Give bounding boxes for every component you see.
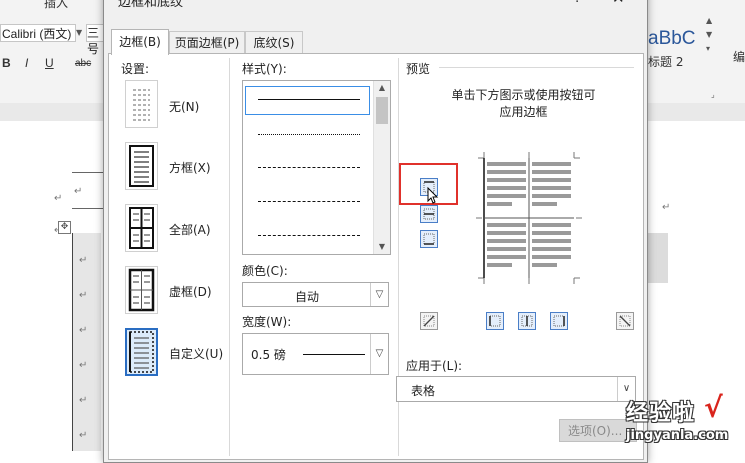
underline-button[interactable]: U xyxy=(45,56,54,70)
line-style-long-dash[interactable] xyxy=(258,235,360,236)
width-line-sample xyxy=(303,354,365,355)
borders-panel: 设置: 无(N) 方框(X) 全部(A) 虚框(D) 自定义(U) 样式(Y):… xyxy=(108,53,644,460)
paragraph-mark: ↵ xyxy=(662,202,671,213)
divider xyxy=(229,58,230,456)
line-style-dash[interactable] xyxy=(258,201,360,202)
left-border-button[interactable] xyxy=(486,312,504,330)
paragraph-mark: ↵ xyxy=(74,186,83,197)
mouse-cursor-icon xyxy=(427,187,439,204)
bold-button[interactable]: B xyxy=(2,56,11,70)
chevron-down-icon[interactable]: ▼ xyxy=(76,24,86,42)
setting-custom-label[interactable]: 自定义(U) xyxy=(169,345,223,362)
setting-none-label[interactable]: 无(N) xyxy=(169,98,199,115)
diagonal-down-border-button[interactable] xyxy=(420,312,438,330)
dialog-launcher-icon[interactable]: ⌟ xyxy=(711,90,715,99)
right-border-button[interactable] xyxy=(550,312,568,330)
paragraph-mark: ↵ xyxy=(54,193,63,204)
scroll-down-icon[interactable]: ▼ xyxy=(374,240,390,254)
check-icon: √ xyxy=(704,391,723,424)
setting-box-icon[interactable] xyxy=(125,142,158,190)
cell-mark: ↵ xyxy=(79,255,88,266)
scroll-thumb[interactable] xyxy=(376,97,388,124)
style-gallery-scroll-icon[interactable]: ▲ ▼ ▾ xyxy=(706,14,718,56)
cell-mark: ↵ xyxy=(79,395,88,406)
width-dropdown[interactable]: 0.5 磅 ▽ xyxy=(242,333,389,375)
setting-none-icon[interactable] xyxy=(125,80,158,128)
line-style-dotted[interactable] xyxy=(258,134,360,135)
inside-horizontal-border-button[interactable] xyxy=(420,205,438,223)
tab-page-border[interactable]: 页面边框(P) xyxy=(169,31,245,53)
italic-button[interactable]: I xyxy=(25,56,28,70)
watermark-url: jingyanla.com xyxy=(626,428,729,443)
apply-to-label: 应用于(L): xyxy=(406,359,463,373)
watermark: 经验啦 √ jingyanla.com xyxy=(610,391,745,451)
preview-hint-line1: 单击下方图示或使用按钮可 xyxy=(451,88,596,102)
scroll-up-icon[interactable]: ▲ xyxy=(374,81,390,95)
width-value: 0.5 磅 xyxy=(251,348,286,362)
preview-label: 预览 xyxy=(406,62,431,76)
style-name-label: 标题 2 xyxy=(648,55,684,69)
setting-box-label[interactable]: 方框(X) xyxy=(169,159,211,176)
table-move-handle-icon[interactable]: ✥ xyxy=(58,221,71,234)
color-value: 自动 xyxy=(295,290,320,304)
dialog-title: 边框和底纹 xyxy=(118,0,184,10)
preview-diagram[interactable] xyxy=(474,150,584,286)
tab-borders[interactable]: 边框(B) xyxy=(111,29,169,55)
cell-mark: ↵ xyxy=(79,430,88,441)
borders-and-shading-dialog: 边框和底纹 ? ✕ 边框(B) 页面边框(P) 底纹(S) 设置: 无(N) xyxy=(103,0,648,463)
edit-group-label: 编 xyxy=(733,50,745,64)
color-dropdown[interactable]: 自动 ▽ xyxy=(242,282,389,307)
table-right-column[interactable] xyxy=(648,233,668,283)
apply-to-value: 表格 xyxy=(411,384,436,398)
preview-hint-line2: 应用边框 xyxy=(499,105,548,119)
help-icon[interactable]: ? xyxy=(574,0,581,6)
color-label: 颜色(C): xyxy=(242,264,288,278)
bottom-border-button[interactable] xyxy=(420,230,438,248)
line-style-list[interactable]: ▲ ▼ xyxy=(242,80,391,255)
style-preview[interactable]: aBbC xyxy=(648,28,696,50)
style-label: 样式(Y): xyxy=(242,62,287,76)
setting-grid-label[interactable]: 虚框(D) xyxy=(169,283,212,300)
settings-label: 设置: xyxy=(121,62,150,76)
diagonal-up-border-button[interactable] xyxy=(616,312,634,330)
cell-mark: ↵ xyxy=(79,325,88,336)
setting-all-label[interactable]: 全部(A) xyxy=(169,221,211,238)
line-style-small-dash[interactable] xyxy=(258,167,360,168)
close-icon[interactable]: ✕ xyxy=(612,0,625,7)
setting-grid-icon[interactable] xyxy=(125,266,158,314)
ribbon-tab-insert[interactable]: 插入 xyxy=(44,0,68,11)
table-left-column[interactable]: ↵ ↵ ↵ ↵ ↵ ↵ xyxy=(72,233,101,451)
setting-all-icon[interactable] xyxy=(125,204,158,252)
inside-vertical-border-button[interactable] xyxy=(518,312,536,330)
cell-mark: ↵ xyxy=(79,290,88,301)
watermark-text: 经验啦 xyxy=(626,401,696,426)
chevron-down-icon[interactable]: ▽ xyxy=(370,283,388,306)
cell-mark: ↵ xyxy=(79,360,88,371)
setting-custom-icon[interactable] xyxy=(125,328,158,376)
tab-shading[interactable]: 底纹(S) xyxy=(245,31,303,53)
width-label: 宽度(W): xyxy=(242,315,292,329)
apply-to-dropdown[interactable]: 表格 ∨ xyxy=(396,376,636,402)
chevron-down-icon[interactable]: ▽ xyxy=(370,334,388,374)
strikethrough-button[interactable]: abc xyxy=(75,58,91,69)
font-name-box[interactable]: Calibri (西文) xyxy=(0,24,76,42)
table-top-line xyxy=(72,172,103,173)
table-line xyxy=(72,208,103,209)
line-style-selected[interactable] xyxy=(245,86,370,115)
style-list-scrollbar[interactable]: ▲ ▼ xyxy=(373,81,390,254)
preview-divider xyxy=(439,67,634,68)
line-style-solid[interactable] xyxy=(258,99,360,100)
